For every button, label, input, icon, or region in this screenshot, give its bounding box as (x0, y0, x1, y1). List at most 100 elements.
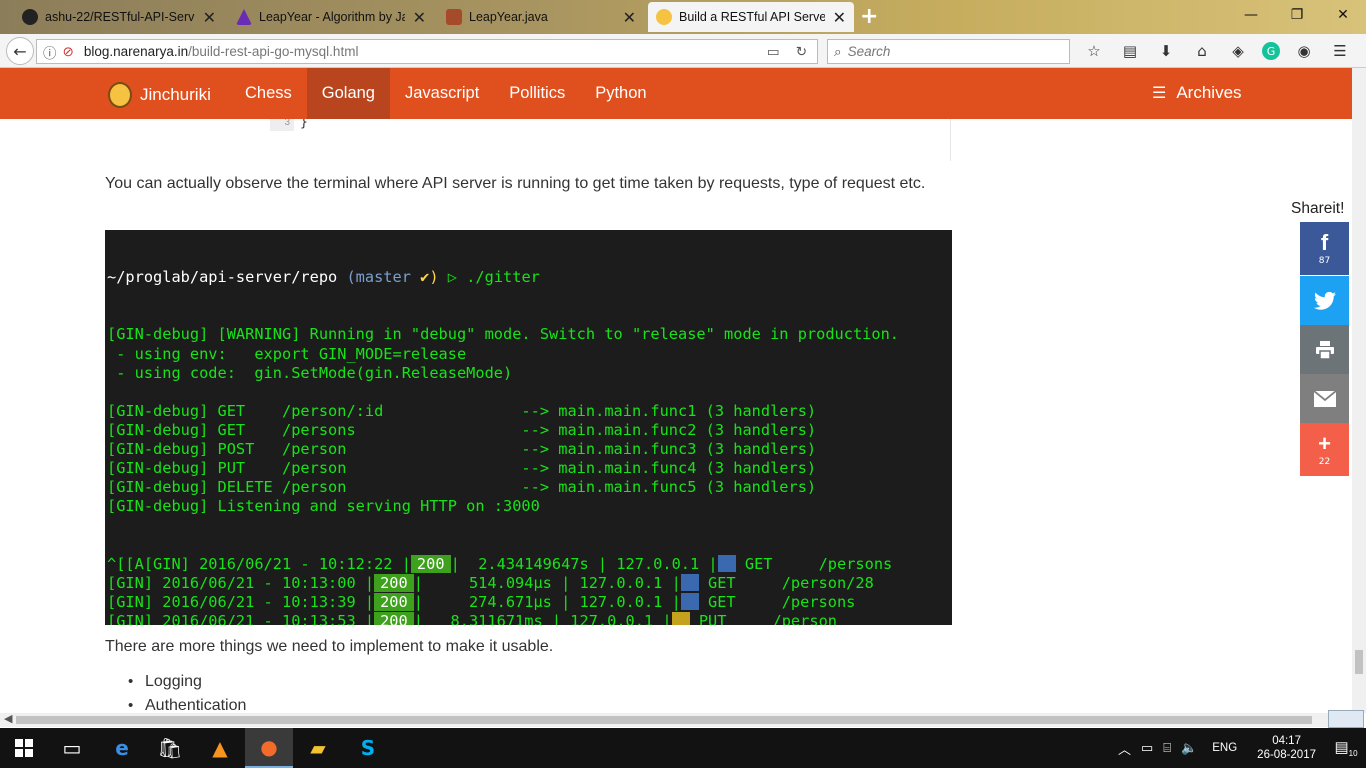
minimize-icon[interactable]: — (1228, 0, 1274, 30)
menu-item-golang[interactable]: Golang (306, 68, 390, 119)
request-timestamp: [GIN] 2016/06/21 - 10:13:53 | (107, 611, 375, 625)
clock[interactable]: 04:17 26-08-2017 (1257, 734, 1316, 762)
request-timestamp: ^[[A[GIN] 2016/06/21 - 10:12:22 | (107, 554, 411, 573)
battery-icon[interactable]: ▭ (1141, 740, 1153, 756)
site-brand[interactable]: Jinchuriki (108, 82, 211, 108)
code-divider (950, 119, 951, 161)
volume-icon[interactable]: 🔈 (1181, 740, 1197, 756)
back-arrow-icon: ← (13, 41, 27, 61)
request-timestamp: [GIN] 2016/06/21 - 10:13:39 | (107, 592, 375, 611)
share-print-button[interactable] (1300, 325, 1349, 374)
tab-title: LeapYear.java (469, 10, 548, 24)
close-tab-icon[interactable]: ✕ (833, 8, 846, 27)
menu-item-pollitics[interactable]: Pollitics (494, 68, 580, 119)
java-icon (446, 9, 462, 25)
file-explorer-icon[interactable]: ▰ (294, 728, 342, 768)
horizontal-scrollbar[interactable]: ◀ (0, 712, 1352, 727)
share-label: Shareit! (1291, 200, 1345, 217)
close-window-icon[interactable]: ✕ (1320, 0, 1366, 30)
terminal-log-lines: [GIN-debug] [WARNING] Running in "debug"… (107, 325, 952, 516)
scrollbar-thumb[interactable] (1355, 650, 1363, 674)
network-icon[interactable]: ⌸ (1163, 740, 1171, 756)
menu-item-python[interactable]: Python (580, 68, 661, 119)
request-latency-ip: | 514.094µs | 127.0.0.1 | (413, 573, 681, 592)
close-tab-icon[interactable]: ✕ (623, 8, 636, 27)
share-more-button[interactable]: + 22 (1300, 423, 1349, 476)
code-line-number: 3 (270, 119, 294, 131)
naruto-icon (656, 9, 672, 25)
reader-view-icon[interactable]: ▭ (767, 44, 780, 60)
todo-list: Logging Authentication (128, 670, 246, 713)
new-tab-button[interactable]: + (860, 4, 878, 29)
language-indicator[interactable]: ENG (1212, 742, 1237, 754)
insecure-icon: ⊘ (62, 43, 74, 59)
request-latency-ip: | 274.671µs | 127.0.0.1 | (413, 592, 681, 611)
start-icon[interactable] (0, 728, 48, 768)
status-badge: 200 (410, 554, 451, 573)
skype-icon[interactable]: S (344, 728, 392, 768)
tab-leapyear-algorithm[interactable]: LeapYear - Algorithm by Jan ✕ (228, 2, 434, 32)
scrollbar-thumb[interactable] (16, 716, 1312, 724)
store-icon[interactable]: 🛍 (146, 728, 194, 768)
bookmarks-library-icon[interactable]: ▤ (1118, 40, 1142, 62)
bookmark-star-icon[interactable]: ☆ (1082, 40, 1106, 62)
request-timestamp: [GIN] 2016/06/21 - 10:13:00 | (107, 573, 375, 592)
back-button[interactable]: ← (6, 37, 34, 65)
restore-icon[interactable]: ❐ (1274, 0, 1320, 30)
vlc-icon[interactable]: ▲ (196, 728, 244, 768)
download-icon[interactable]: ⬇ (1154, 40, 1178, 62)
facebook-count: 87 (1318, 255, 1331, 266)
menu-item-javascript[interactable]: Javascript (390, 68, 494, 119)
list-item: Authentication (128, 694, 246, 713)
search-input[interactable]: ⌕ Search (827, 39, 1070, 64)
search-icon: ⌕ (834, 43, 842, 59)
twitter-icon (1313, 291, 1336, 310)
reload-icon[interactable]: ↻ (796, 44, 807, 60)
show-hidden-icons-icon[interactable]: ︿ (1118, 739, 1131, 758)
firefox-icon[interactable]: ● (245, 728, 293, 768)
hamburger-menu-icon[interactable]: ☰ (1328, 40, 1352, 62)
tab-build-restful-api[interactable]: Build a RESTful API Server w ✕ (648, 2, 854, 32)
more-count: 22 (1318, 456, 1331, 467)
tab-github[interactable]: ashu-22/RESTful-API-Server ✕ (14, 2, 224, 32)
terminal-line: - using code: gin.SetMode(gin.ReleaseMod… (107, 363, 513, 382)
brand-name: Jinchuriki (140, 85, 211, 104)
share-facebook-button[interactable]: f 87 (1300, 222, 1349, 275)
windows-logo-icon (15, 739, 33, 757)
terminal-request-lines: ^[[A[GIN] 2016/06/21 - 10:12:22 | 200 | 2.… (107, 554, 952, 625)
prompt-command: ▷ ./gitter (438, 268, 540, 287)
task-view-icon[interactable]: ▭ (48, 728, 96, 768)
terminal-line: [GIN-debug] GET /persons --> main.main.f… (107, 420, 817, 439)
vertical-scrollbar[interactable] (1352, 68, 1366, 713)
window-controls: — ❐ ✕ (1228, 0, 1366, 30)
paragraph-terminal-intro: You can actually observe the terminal wh… (105, 175, 926, 192)
browser-titlebar: ashu-22/RESTful-API-Server ✕ LeapYear - … (0, 0, 1366, 34)
share-twitter-button[interactable] (1300, 276, 1349, 325)
close-tab-icon[interactable]: ✕ (203, 8, 216, 27)
status-badge: 200 (374, 592, 414, 611)
browser-navbar: ← ⓘ ⊘ blog.narenarya.in/build-rest-api-g… (0, 34, 1366, 68)
extension-icon[interactable]: ◉ (1292, 40, 1316, 62)
terminal-screenshot: ~/proglab/api-server/repo (master ✔) ▷ .… (105, 230, 952, 625)
close-tab-icon[interactable]: ✕ (413, 8, 426, 27)
menu-item-chess[interactable]: Chess (230, 68, 307, 119)
action-center-icon[interactable]: ▤10 (1326, 738, 1366, 758)
share-email-button[interactable] (1300, 374, 1349, 423)
url-path: /build-rest-api-go-mysql.html (188, 44, 359, 59)
pocket-icon[interactable]: ◈ (1226, 40, 1250, 62)
tab-leapyear-java[interactable]: LeapYear.java ✕ (438, 2, 644, 32)
home-icon[interactable]: ⌂ (1190, 40, 1214, 62)
method-color-marker (680, 573, 699, 591)
request-method: GET (744, 554, 773, 573)
grammarly-icon[interactable]: G (1262, 42, 1280, 60)
archives-link[interactable]: ☰ Archives (1152, 83, 1242, 103)
url-bar[interactable]: ⓘ ⊘ blog.narenarya.in/build-rest-api-go-… (36, 39, 818, 64)
search-placeholder: Search (847, 44, 891, 59)
email-icon (1313, 390, 1336, 407)
request-latency-ip: | 2.434149647s | 127.0.0.1 | (450, 554, 718, 573)
print-icon (1315, 340, 1334, 359)
site-info-icon[interactable]: ⓘ (43, 42, 57, 62)
site-menu: Chess Golang Javascript Pollitics Python (230, 68, 662, 119)
edge-icon[interactable]: e (98, 728, 146, 768)
scroll-left-icon[interactable]: ◀ (4, 712, 12, 725)
